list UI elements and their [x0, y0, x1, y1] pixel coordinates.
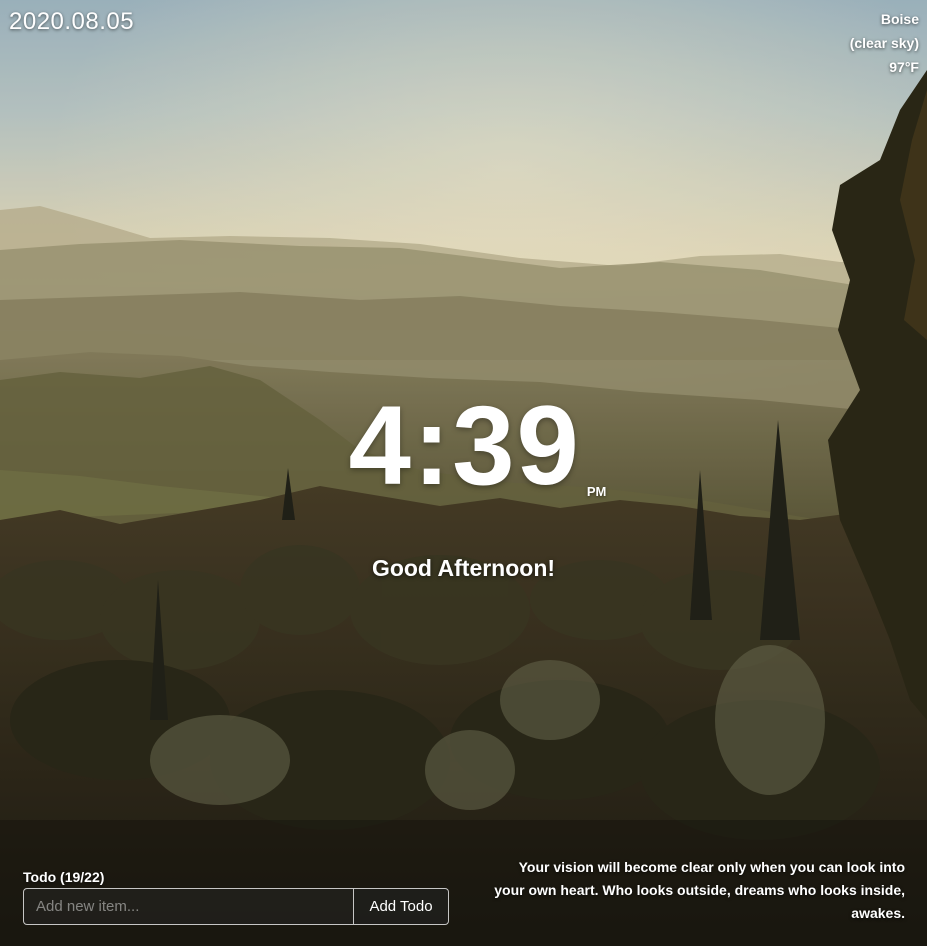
todo-widget: Todo (19/22) Add Todo — [23, 867, 449, 925]
todo-new-item-input[interactable] — [24, 889, 353, 924]
clock: 4:39 PM — [0, 384, 927, 508]
todo-form: Add Todo — [23, 888, 449, 925]
weather-temperature: 97°F — [889, 59, 919, 75]
weather-widget: Boise (clear sky) 97°F — [850, 7, 919, 79]
clock-time: 4:39 — [348, 383, 581, 508]
quote-text: Your vision will become clear only when … — [494, 859, 905, 921]
clock-period: PM — [586, 484, 607, 499]
add-todo-button[interactable]: Add Todo — [353, 889, 448, 924]
greeting-message: Good Afternoon! — [371, 555, 556, 581]
date-display: 2020.08.05 — [9, 8, 135, 35]
weather-city: Boise — [880, 11, 919, 27]
weather-condition: (clear sky) — [849, 35, 919, 51]
todo-header: Todo (19/22) — [23, 869, 105, 885]
